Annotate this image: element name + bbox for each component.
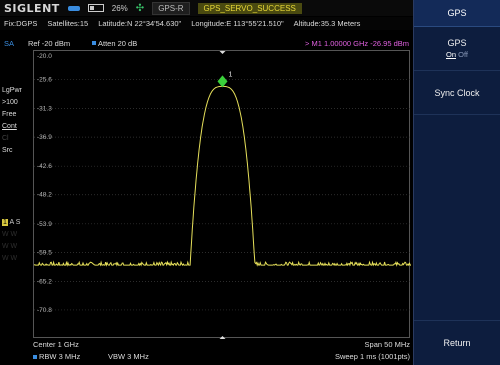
trace-number: 1	[2, 219, 8, 226]
average-count: >100	[2, 99, 18, 106]
y-tick-label: -48.2	[37, 192, 52, 199]
spectrum-trace	[34, 85, 411, 267]
ref-level[interactable]: Ref -20 dBm	[28, 39, 92, 48]
y-tick-label: -20.0	[37, 53, 52, 60]
trigger-free: Free	[2, 111, 17, 118]
battery-icon	[87, 4, 104, 12]
rbw: RBW 3 MHz	[39, 352, 81, 361]
gps-latitude: Latitude:N 22°34'54.630"	[98, 19, 182, 28]
center-top-marker	[219, 51, 226, 54]
sweep-time[interactable]: Sweep 1 ms (1001pts)	[335, 352, 410, 361]
freq-footer: Center 1 GHz Span 50 MHz	[33, 340, 410, 349]
spectrum-plot: -20.0 -25.6 -31.3 -36.9 -42.6 -48.2 -53.9 -59.5…	[34, 51, 411, 339]
brand-logo: SIGLENT	[4, 1, 60, 15]
vbw[interactable]: VBW 3 MHz	[108, 352, 149, 361]
menu-title: GPS	[414, 0, 500, 27]
gps-toggle-button[interactable]: GPS On Off	[414, 27, 500, 71]
detector-label: LgPwr	[2, 87, 22, 94]
return-label: Return	[443, 338, 471, 348]
center-freq[interactable]: Center 1 GHz	[33, 340, 79, 349]
gps-on-option: On	[446, 50, 457, 59]
gps-longitude: Longitude:E 113°55'21.510"	[191, 19, 284, 28]
mode-label: SA	[4, 38, 15, 48]
gps-toggle-label: GPS	[447, 38, 467, 48]
gps-onoff: On Off	[446, 50, 468, 59]
source-label: Src	[2, 147, 13, 154]
return-button[interactable]: Return	[414, 320, 500, 365]
y-tick-label: -36.9	[37, 134, 52, 141]
status-bar: SIGLENT 26% ✣ GPS-R GPS_SERVO_SUCCESS	[0, 0, 413, 16]
y-tick-label: -53.9	[37, 221, 52, 228]
gps-status-badge: GPS_SERVO_SUCCESS	[197, 2, 302, 14]
bw-footer: RBW 3 MHz VBW 3 MHz Sweep 1 ms (1001pts)	[33, 352, 410, 361]
attenuation-label: Atten 20 dB	[98, 38, 138, 48]
span-freq[interactable]: Span 50 MHz	[365, 340, 410, 349]
trace-type-a: A	[9, 219, 14, 226]
y-tick-label: -25.6	[37, 77, 52, 84]
center-bottom-marker	[219, 336, 226, 339]
marker-1-diamond[interactable]	[217, 75, 228, 88]
atten-indicator-icon	[92, 41, 96, 45]
sweep-cont: Cont	[2, 123, 17, 130]
measurement-header: SA Ref -20 dBm Atten 20 dB > M1 1.00000 …	[0, 37, 413, 49]
spectrum-graph[interactable]: -20.0 -25.6 -31.3 -36.9 -42.6 -48.2 -53.9 -59.5…	[33, 50, 411, 339]
attenuation[interactable]: Atten 20 dB	[92, 39, 242, 48]
softkey-menu: GPS GPS On Off Sync Clock Return	[413, 0, 500, 365]
battery-percent: 26%	[111, 3, 128, 13]
y-tick-label: -31.3	[37, 106, 52, 113]
trace-indicator: 1 A S W W W W W W	[2, 219, 21, 262]
marker-readout: > M1 1.00000 GHz -26.95 dBm	[304, 38, 409, 48]
marker-1-label: 1	[229, 71, 233, 78]
side-labels: LgPwr >100 Free Cont Cl Src 1 A S W W W …	[2, 85, 32, 265]
usb-icon	[67, 5, 80, 11]
gps-satellite-icon: ✣	[135, 2, 145, 14]
gps-off-option: Off	[458, 50, 468, 59]
rbw-indicator-icon	[33, 355, 37, 359]
y-tick-label: -59.5	[37, 249, 52, 256]
y-tick-label: -65.2	[37, 278, 52, 285]
gps-satellites: Satellites:15	[47, 19, 89, 28]
sync-clock-label: Sync Clock	[434, 87, 480, 98]
sync-clock-button[interactable]: Sync Clock	[414, 71, 500, 115]
gps-fix: Fix:DGPS	[4, 19, 38, 28]
y-tick-label: -70.8	[37, 307, 52, 314]
gps-mode-chip: GPS-R	[152, 1, 190, 15]
rbw-wrap[interactable]: RBW 3 MHz	[33, 352, 108, 361]
gps-info-line: Fix:DGPS Satellites:15 Latitude:N 22°34'…	[0, 17, 413, 30]
dim-label: Cl	[2, 135, 9, 142]
trace-type-s: S	[15, 219, 21, 226]
gps-altitude: Altitude:35.3 Meters	[293, 19, 361, 28]
y-tick-label: -42.6	[37, 163, 52, 170]
